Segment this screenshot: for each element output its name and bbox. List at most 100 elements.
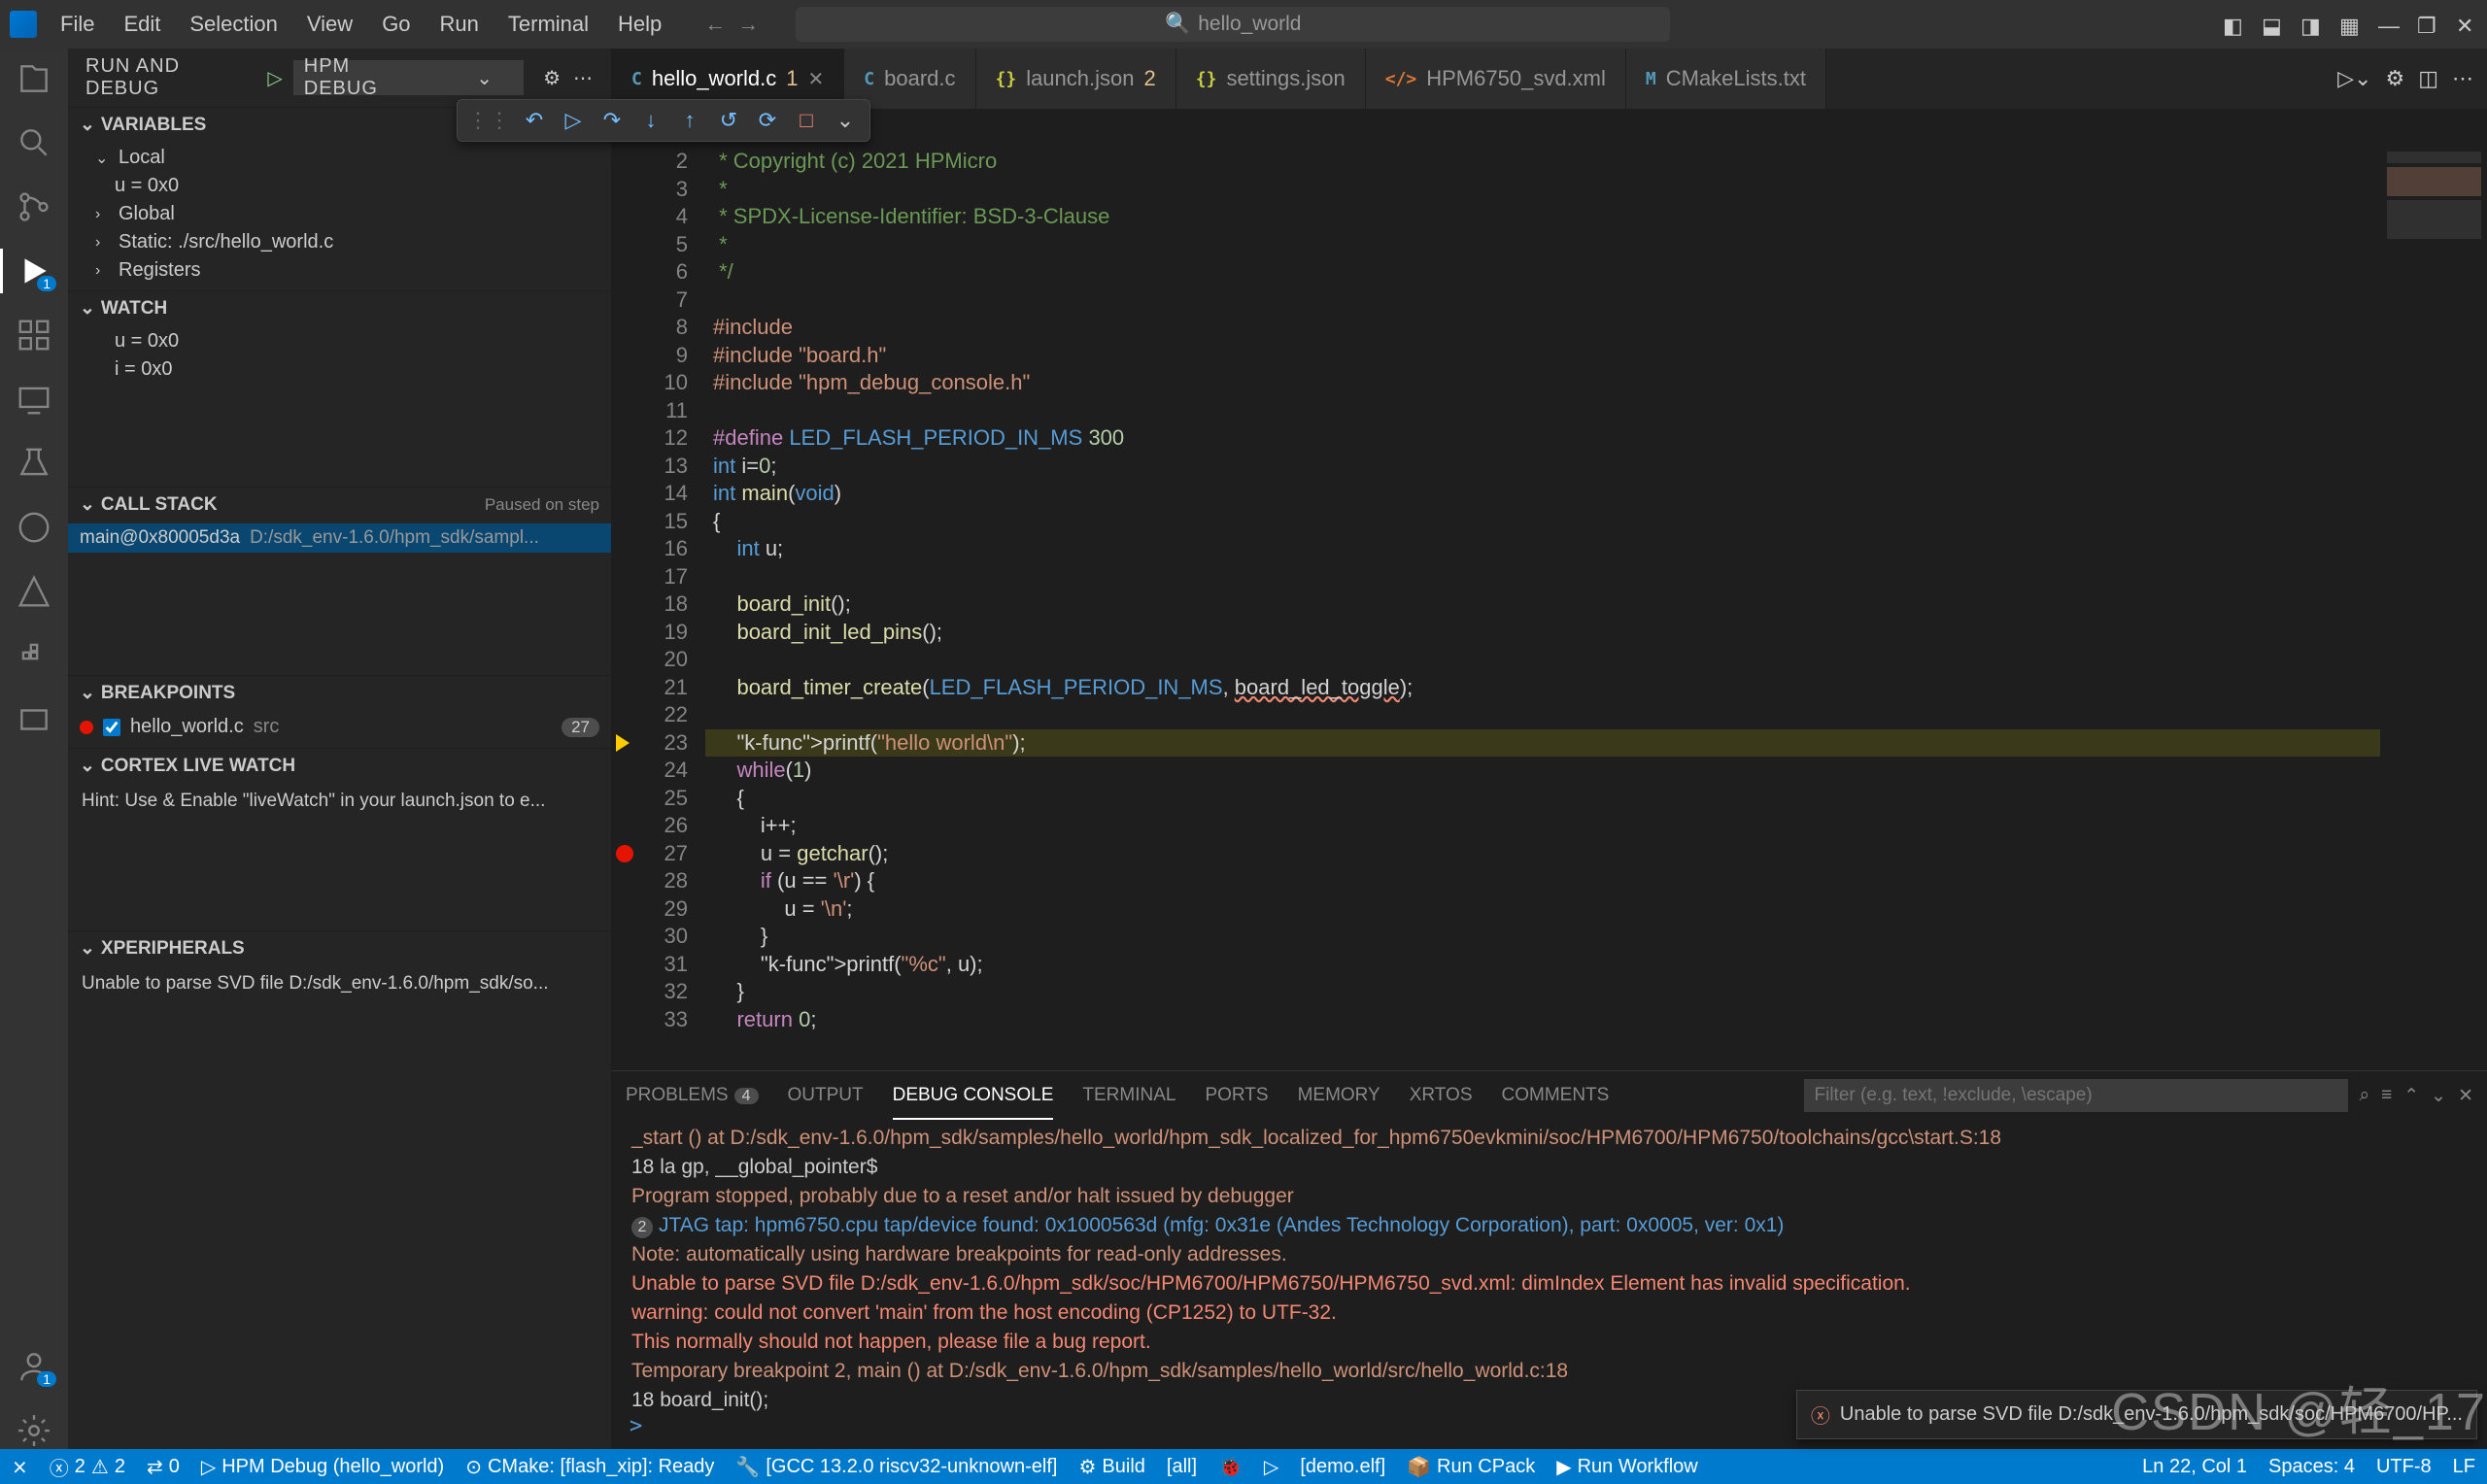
- indentation[interactable]: Spaces: 4: [2268, 1456, 2355, 1478]
- nav-back-icon[interactable]: ←: [704, 12, 726, 37]
- code-line-11[interactable]: [705, 397, 2380, 425]
- close-tab-icon[interactable]: ✕: [808, 67, 825, 91]
- code-line-13[interactable]: int i=0;: [705, 453, 2380, 481]
- breadcrumb[interactable]: vorld.c › ƒ main(void): [612, 109, 2487, 148]
- remote-indicator[interactable]: ⨯: [12, 1455, 28, 1479]
- breakpoints-section[interactable]: ⌄BREAKPOINTS: [68, 676, 611, 710]
- build-button[interactable]: ⚙ Build: [1078, 1455, 1144, 1479]
- drag-handle-icon[interactable]: ⋮⋮: [463, 108, 514, 133]
- source-control-icon[interactable]: [16, 188, 52, 225]
- var-u[interactable]: u = 0x0: [68, 172, 611, 200]
- menu-selection[interactable]: Selection: [184, 8, 284, 41]
- debug-config-select[interactable]: HPM Debug ⌄: [293, 60, 524, 95]
- gear-icon[interactable]: ⚙: [543, 66, 562, 90]
- code-line-20[interactable]: [705, 646, 2380, 674]
- code-line-17[interactable]: [705, 563, 2380, 591]
- ports-indicator[interactable]: ⇄ 0: [147, 1455, 180, 1479]
- remote-explorer-icon[interactable]: [16, 381, 52, 418]
- code-line-26[interactable]: i++;: [705, 812, 2380, 840]
- watch-section[interactable]: ⌄WATCH: [68, 291, 611, 325]
- scope-registers[interactable]: ›Registers: [68, 256, 611, 285]
- search-icon[interactable]: [16, 124, 52, 161]
- code-line-9[interactable]: #include "board.h": [705, 342, 2380, 370]
- window-maximize-icon[interactable]: ❐: [2417, 14, 2438, 35]
- code-line-18[interactable]: board_init();: [705, 590, 2380, 619]
- code-line-27[interactable]: u = getchar();: [705, 840, 2380, 868]
- extensions-icon[interactable]: [16, 317, 52, 354]
- livewatch-section[interactable]: ⌄CORTEX LIVE WATCH: [68, 749, 611, 783]
- layout-panel-icon[interactable]: ⬓: [2262, 14, 2283, 35]
- launch-target[interactable]: [demo.elf]: [1300, 1456, 1385, 1478]
- editor-body[interactable]: 2345678910111213141516171819202122232425…: [612, 148, 2487, 1070]
- workflow-button[interactable]: ▶ Run Workflow: [1556, 1455, 1698, 1479]
- code-line-6[interactable]: */: [705, 258, 2380, 287]
- split-editor-icon[interactable]: ◫: [2418, 66, 2438, 91]
- panel-tab-problems[interactable]: PROBLEMS4: [626, 1085, 759, 1106]
- debug-launch-icon[interactable]: 🐞: [1218, 1455, 1243, 1479]
- continue-icon[interactable]: ▷: [555, 104, 592, 137]
- code-line-21[interactable]: board_timer_create(LED_FLASH_PERIOD_IN_M…: [705, 674, 2380, 702]
- github-icon[interactable]: [16, 509, 52, 546]
- settings-gear-icon[interactable]: [16, 1412, 52, 1449]
- code-line-31[interactable]: "k-func">printf("%c", u);: [705, 951, 2380, 979]
- cmake-kit[interactable]: 🔧 [GCC 13.2.0 riscv32-unknown-elf]: [735, 1455, 1057, 1479]
- code-line-22[interactable]: [705, 701, 2380, 729]
- reverse-continue-icon[interactable]: ↶: [516, 104, 553, 137]
- code-line-7[interactable]: [705, 287, 2380, 315]
- tab-launch-json[interactable]: {}launch.json2: [976, 49, 1176, 109]
- code-line-33[interactable]: return 0;: [705, 1006, 2380, 1034]
- window-minimize-icon[interactable]: ―: [2378, 14, 2400, 35]
- debug-status[interactable]: ▷ HPM Debug (hello_world): [201, 1455, 444, 1479]
- close-panel-icon[interactable]: ✕: [2458, 1085, 2473, 1107]
- menu-edit[interactable]: Edit: [118, 8, 166, 41]
- code-line-5[interactable]: *: [705, 231, 2380, 259]
- code-line-2[interactable]: * Copyright (c) 2021 HPMicro: [705, 148, 2380, 176]
- scope-global[interactable]: ›Global: [68, 200, 611, 228]
- run-dropdown-icon[interactable]: ▷⌄: [2337, 66, 2371, 91]
- scope-local[interactable]: ⌄Local: [68, 144, 611, 172]
- run-debug-icon[interactable]: 1: [16, 253, 52, 289]
- code-line-8[interactable]: #include: [705, 314, 2380, 342]
- layout-sidebar-left-icon[interactable]: ◧: [2223, 14, 2244, 35]
- disconnect-icon[interactable]: ⌄: [827, 104, 864, 137]
- code-line-29[interactable]: u = '\n';: [705, 895, 2380, 924]
- layout-customize-icon[interactable]: ▦: [2339, 14, 2361, 35]
- menu-terminal[interactable]: Terminal: [502, 8, 595, 41]
- watch-u[interactable]: u = 0x0: [68, 327, 611, 355]
- xperipherals-section[interactable]: ⌄XPERIPHERALS: [68, 931, 611, 965]
- console-filter-input[interactable]: [1804, 1079, 2348, 1112]
- code-line-16[interactable]: int u;: [705, 535, 2380, 563]
- cursor-position[interactable]: Ln 22, Col 1: [2142, 1456, 2247, 1478]
- callstack-section[interactable]: ⌄CALL STACKPaused on step: [68, 488, 611, 522]
- more-icon[interactable]: ⋯: [573, 66, 594, 90]
- clear-icon[interactable]: ⌃: [2403, 1085, 2419, 1107]
- tab-HPM6750_svd-xml[interactable]: </>HPM6750_svd.xml: [1366, 49, 1626, 109]
- code-line-32[interactable]: }: [705, 978, 2380, 1006]
- encoding[interactable]: UTF-8: [2376, 1456, 2432, 1478]
- error-notification[interactable]: ⓧ Unable to parse SVD file D:/sdk_env-1.…: [1796, 1390, 2477, 1439]
- code-line-10[interactable]: #include "hpm_debug_console.h": [705, 369, 2380, 397]
- code-line-24[interactable]: while(1): [705, 757, 2380, 785]
- panel-tab-debug-console[interactable]: DEBUG CONSOLE: [893, 1085, 1054, 1106]
- testing-icon[interactable]: [16, 445, 52, 482]
- filter-icon[interactable]: ⌕: [2360, 1085, 2370, 1106]
- cpack-button[interactable]: 📦 Run CPack: [1407, 1455, 1535, 1479]
- layout-sidebar-right-icon[interactable]: ◨: [2300, 14, 2322, 35]
- tab-CMakeLists-txt[interactable]: MCMakeLists.txt: [1626, 49, 1826, 109]
- panel-tab-ports[interactable]: PORTS: [1205, 1085, 1268, 1106]
- step-back-icon[interactable]: ↺: [710, 104, 747, 137]
- code-line-3[interactable]: *: [705, 176, 2380, 204]
- panel-tab-comments[interactable]: COMMENTS: [1502, 1085, 1610, 1106]
- code-line-30[interactable]: }: [705, 923, 2380, 951]
- callstack-frame-main[interactable]: main@0x80005d3a D:/sdk_env-1.6.0/hpm_sdk…: [68, 523, 611, 553]
- stop-icon[interactable]: □: [788, 104, 825, 137]
- command-center[interactable]: 🔍 hello_world: [796, 7, 1670, 42]
- panel-tab-memory[interactable]: MEMORY: [1298, 1085, 1380, 1106]
- code-line-23[interactable]: "k-func">printf("hello world\n");: [705, 729, 2380, 758]
- panel-tab-output[interactable]: OUTPUT: [788, 1085, 864, 1106]
- cmake-status[interactable]: ⊙ CMake: [flash_xip]: Ready: [465, 1455, 714, 1479]
- menu-help[interactable]: Help: [612, 8, 667, 41]
- breakpoint-checkbox[interactable]: [103, 719, 120, 736]
- menu-go[interactable]: Go: [376, 8, 416, 41]
- tab-settings-json[interactable]: {}settings.json: [1176, 49, 1366, 109]
